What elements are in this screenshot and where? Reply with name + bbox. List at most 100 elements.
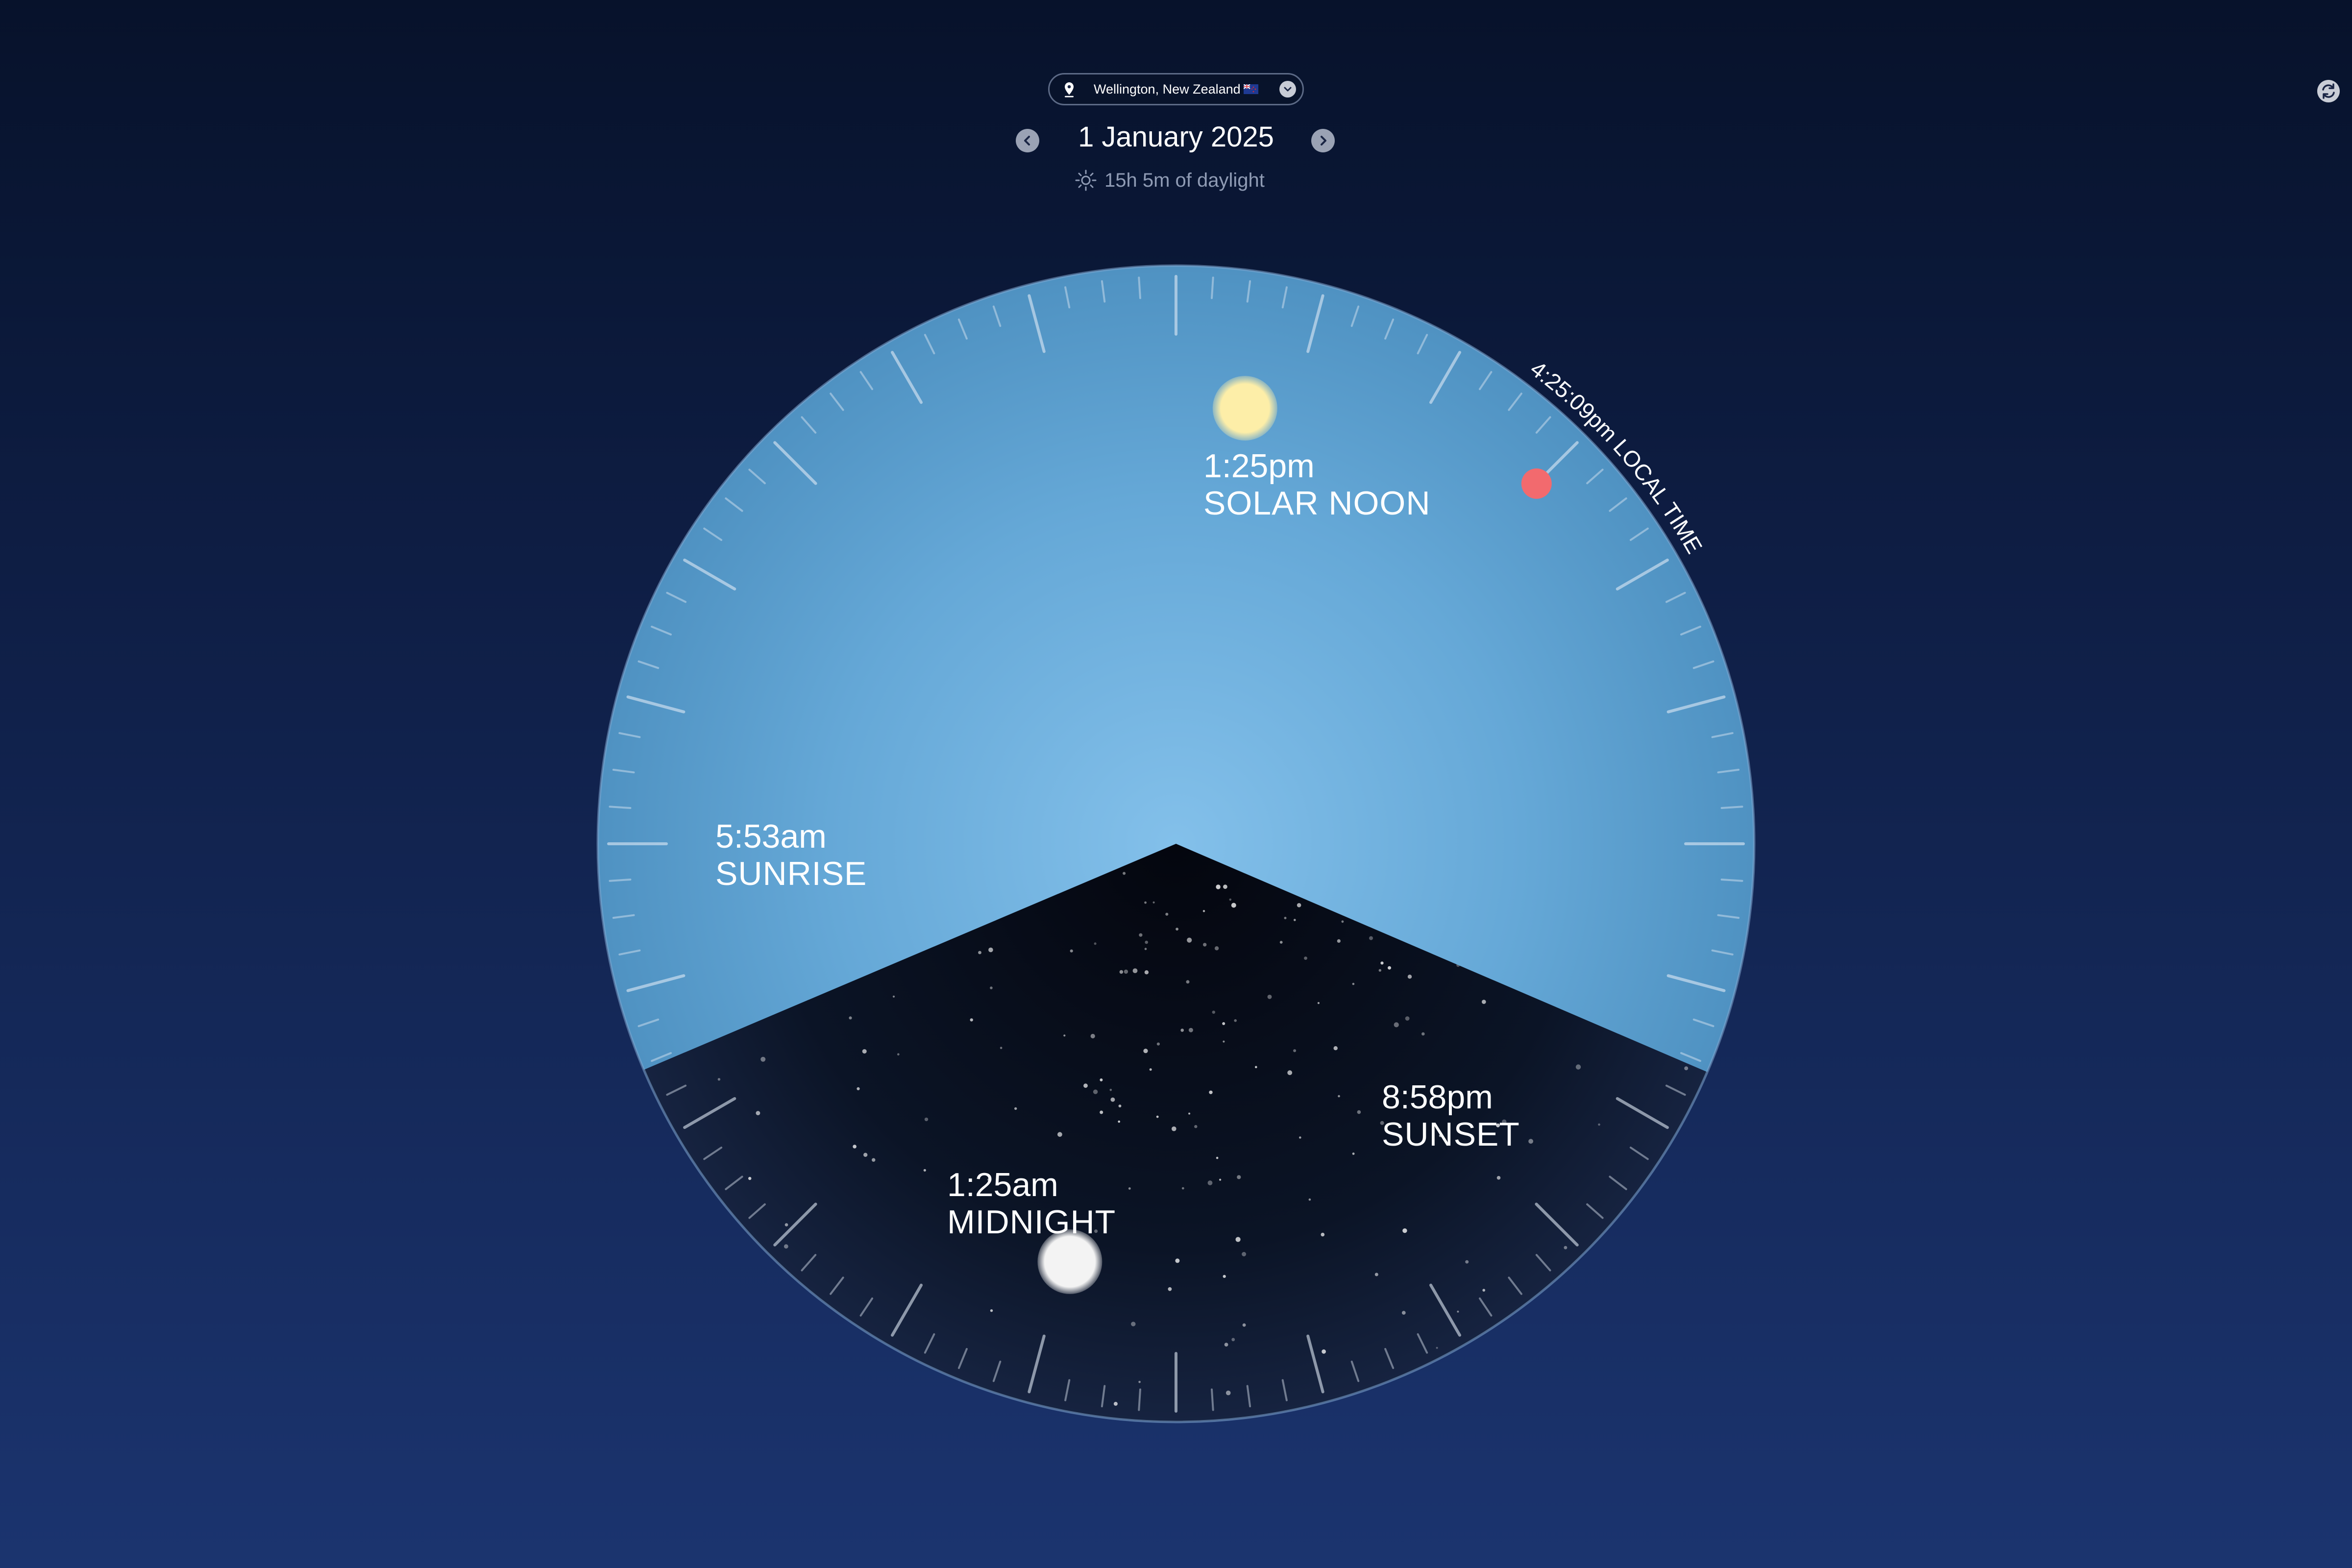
midnight-time: 1:25am <box>947 1166 1058 1203</box>
star <box>1304 956 1307 960</box>
star <box>862 1049 867 1054</box>
tick-mark <box>1720 879 1743 882</box>
star <box>1144 901 1147 904</box>
star <box>872 1158 876 1162</box>
star <box>1457 1310 1459 1313</box>
star <box>990 986 993 989</box>
star <box>1057 1132 1062 1137</box>
star <box>1000 1047 1003 1049</box>
star <box>924 1117 929 1122</box>
star <box>784 1223 788 1226</box>
tick-mark <box>609 879 632 882</box>
star <box>1242 1252 1247 1256</box>
solar-noon-time: 1:25pm <box>1203 447 1315 485</box>
star <box>1223 1274 1226 1278</box>
star <box>1224 1343 1228 1347</box>
star <box>1214 946 1219 951</box>
midnight-label: 1:25am MIDNIGHT <box>947 1166 1116 1241</box>
star <box>1186 980 1190 984</box>
star <box>1337 939 1341 943</box>
star <box>1100 1110 1103 1114</box>
star <box>1575 1064 1581 1070</box>
star <box>1684 1066 1689 1071</box>
star <box>1083 1083 1088 1088</box>
star <box>1297 903 1301 907</box>
star <box>1175 1258 1180 1263</box>
star <box>1421 1032 1425 1036</box>
sunrise-name: SUNRISE <box>715 855 867 892</box>
star <box>1144 948 1147 950</box>
star <box>1149 1068 1152 1071</box>
star <box>748 1176 752 1180</box>
star <box>1216 884 1221 889</box>
star <box>1143 1049 1148 1054</box>
star <box>1231 1338 1235 1342</box>
star <box>1156 1115 1159 1118</box>
star <box>1202 910 1205 912</box>
star <box>1357 1110 1361 1114</box>
star <box>892 995 895 998</box>
star <box>1394 1022 1399 1028</box>
star <box>1237 1175 1241 1179</box>
star <box>1152 901 1155 904</box>
star <box>1255 1066 1257 1068</box>
star <box>1225 1390 1231 1396</box>
star <box>1109 1089 1112 1091</box>
star <box>978 951 981 955</box>
star <box>1229 898 1232 901</box>
star <box>1180 1029 1184 1032</box>
star <box>1465 1260 1469 1264</box>
star <box>853 1145 857 1149</box>
star <box>1380 961 1384 965</box>
star <box>1093 1089 1098 1094</box>
star <box>1188 1112 1191 1115</box>
star <box>1118 1120 1120 1123</box>
star <box>1124 969 1128 974</box>
star <box>1242 1323 1246 1327</box>
star <box>1284 917 1287 919</box>
star <box>1293 1049 1297 1053</box>
star <box>988 947 993 953</box>
star <box>1338 1095 1340 1098</box>
star <box>1223 1040 1225 1043</box>
star <box>1212 1010 1215 1014</box>
star <box>1165 912 1169 916</box>
star <box>1128 1187 1131 1190</box>
star <box>1188 1028 1193 1032</box>
star <box>897 1053 900 1055</box>
star <box>1207 1180 1213 1185</box>
star <box>1317 1002 1320 1004</box>
star <box>1352 982 1355 985</box>
star <box>1401 1311 1406 1315</box>
star <box>1482 1289 1485 1292</box>
star <box>1070 949 1073 953</box>
star <box>1598 1123 1600 1126</box>
star <box>717 1078 721 1081</box>
star <box>1094 942 1097 945</box>
star <box>1014 1107 1017 1110</box>
star <box>1113 1401 1118 1406</box>
solar-noon-name: SOLAR NOON <box>1203 485 1431 522</box>
star <box>1436 1347 1438 1349</box>
star <box>1181 1187 1184 1190</box>
star <box>990 1309 993 1312</box>
star <box>1482 1000 1486 1004</box>
star <box>784 1244 788 1249</box>
star <box>857 1087 860 1090</box>
star <box>1090 1033 1095 1039</box>
star <box>1378 969 1381 972</box>
star <box>1231 903 1236 908</box>
star <box>1322 1349 1326 1354</box>
tick-mark <box>1138 276 1141 299</box>
star <box>1222 1022 1225 1025</box>
star <box>923 1169 926 1172</box>
star <box>970 1018 973 1022</box>
star <box>1235 1237 1241 1242</box>
star <box>1321 1232 1325 1237</box>
star <box>1123 872 1126 875</box>
star <box>1172 1126 1176 1131</box>
star <box>1176 928 1179 931</box>
sunset-name: SUNSET <box>1382 1116 1520 1153</box>
star <box>1496 1176 1501 1180</box>
sun-dial: 4:25:09pm LOCAL TIME <box>596 264 1756 1423</box>
